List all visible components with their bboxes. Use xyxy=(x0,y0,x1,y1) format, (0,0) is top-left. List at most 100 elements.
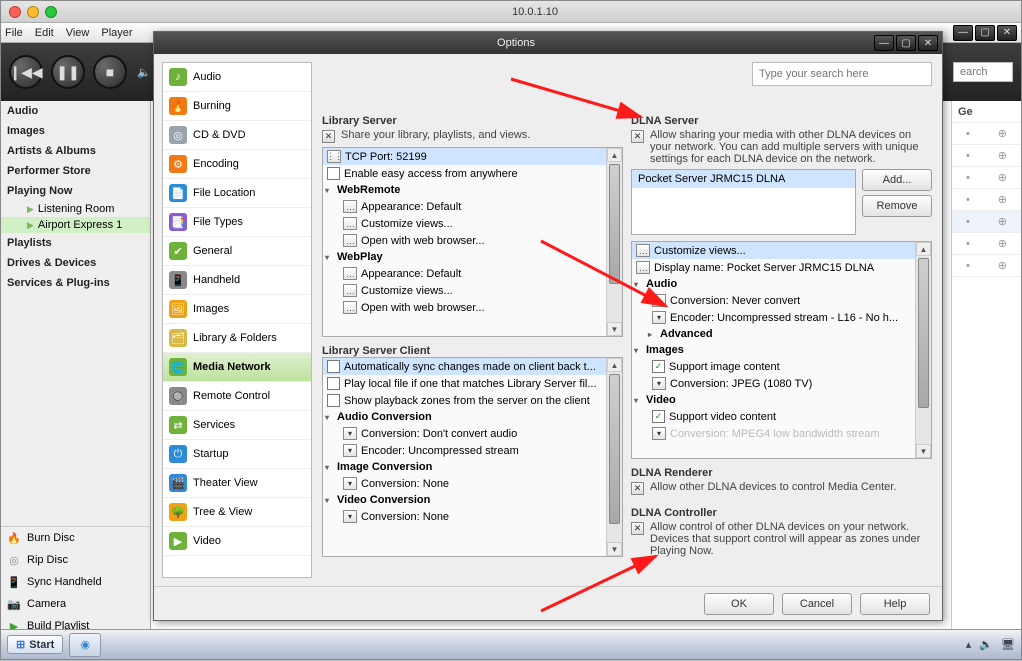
tray-monitor-icon[interactable]: 🖥 xyxy=(1001,638,1015,651)
category-item-burning[interactable]: 🔥Burning xyxy=(163,92,311,121)
category-item-startup[interactable]: ⏻Startup xyxy=(163,440,311,469)
dlna-advanced-heading[interactable]: Advanced xyxy=(632,326,931,342)
category-item-handheld[interactable]: 📱Handheld xyxy=(163,266,311,295)
support-image-checkbox[interactable]: ✓ xyxy=(652,360,665,373)
menu-edit[interactable]: Edit xyxy=(35,27,54,39)
sidebar-playlists[interactable]: Playlists xyxy=(1,233,150,253)
sidebar-zone-listening-room[interactable]: ▶Listening Room xyxy=(1,201,150,217)
sidebar-store[interactable]: Performer Store xyxy=(1,161,150,181)
category-item-file-location[interactable]: 📄File Location xyxy=(163,179,311,208)
mac-zoom-button[interactable] xyxy=(45,6,57,18)
support-video-checkbox[interactable]: ✓ xyxy=(652,410,665,423)
mac-close-button[interactable] xyxy=(9,6,21,18)
scroll-up-icon[interactable]: ▲ xyxy=(916,242,931,256)
dlna-video-heading[interactable]: Video xyxy=(632,392,931,408)
category-item-library-folders[interactable]: 🗂Library & Folders xyxy=(163,324,311,353)
category-item-tree-view[interactable]: 🌳Tree & View xyxy=(163,498,311,527)
app-maximize-button[interactable]: ▢ xyxy=(975,25,995,41)
dlna-server-checkbox[interactable]: ✕ xyxy=(631,130,644,143)
category-item-encoding[interactable]: ⚙Encoding xyxy=(163,150,311,179)
dropdown-icon[interactable]: ▾ xyxy=(652,427,666,440)
dropdown-icon[interactable]: ▾ xyxy=(343,510,357,523)
stop-button[interactable]: ■ xyxy=(93,55,127,89)
dlna-images-heading[interactable]: Images xyxy=(632,342,931,358)
start-button[interactable]: ⊞ Start xyxy=(7,635,63,654)
category-item-general[interactable]: ✔General xyxy=(163,237,311,266)
category-item-theater-view[interactable]: 🎬Theater View xyxy=(163,469,311,498)
dialog-maximize-button[interactable]: ▢ xyxy=(896,35,916,51)
scroll-down-icon[interactable]: ▼ xyxy=(916,444,931,458)
dlna-server-list[interactable]: Pocket Server JRMC15 DLNA xyxy=(631,169,856,235)
app-close-button[interactable]: ✕ xyxy=(997,25,1017,41)
sidebar-drives[interactable]: Drives & Devices xyxy=(1,253,150,273)
category-item-cd-dvd[interactable]: ◎CD & DVD xyxy=(163,121,311,150)
category-item-file-types[interactable]: 📑File Types xyxy=(163,208,311,237)
dlna-controller-checkbox[interactable]: ✕ xyxy=(631,522,644,535)
audio-conv-heading[interactable]: Audio Conversion xyxy=(323,409,622,425)
menu-view[interactable]: View xyxy=(66,27,90,39)
scroll-thumb[interactable] xyxy=(609,374,620,524)
dlna-server-item[interactable]: Pocket Server JRMC15 DLNA xyxy=(632,170,855,188)
pause-button[interactable]: ❚❚ xyxy=(51,55,85,89)
scrollbar[interactable]: ▲ ▼ xyxy=(606,148,622,336)
options-search-input[interactable] xyxy=(752,62,932,86)
previous-button[interactable]: ❙◀◀ xyxy=(9,55,43,89)
sidebar-camera[interactable]: 📷Camera xyxy=(1,593,150,615)
scroll-down-icon[interactable]: ▼ xyxy=(607,322,622,336)
sync-checkbox[interactable] xyxy=(327,360,340,373)
dlna-renderer-checkbox[interactable]: ✕ xyxy=(631,482,644,495)
scroll-thumb[interactable] xyxy=(609,164,620,284)
category-item-images[interactable]: 🖼Images xyxy=(163,295,311,324)
category-item-video[interactable]: ▶Video xyxy=(163,527,311,556)
menu-player[interactable]: Player xyxy=(101,27,132,39)
enable-easy-checkbox[interactable] xyxy=(327,167,340,180)
scrollbar[interactable]: ▲ ▼ xyxy=(606,358,622,556)
tray-volume-icon[interactable]: 🔈 xyxy=(979,638,993,651)
scroll-down-icon[interactable]: ▼ xyxy=(607,542,622,556)
sidebar-zone-airport-express[interactable]: ▶Airport Express 1 xyxy=(1,217,150,233)
play-local-checkbox[interactable] xyxy=(327,377,340,390)
show-zones-checkbox[interactable] xyxy=(327,394,340,407)
volume-icon[interactable]: 🔈 xyxy=(137,66,151,79)
sidebar-rip-disc[interactable]: ◎Rip Disc xyxy=(1,549,150,571)
scrollbar[interactable]: ▲ ▼ xyxy=(915,242,931,458)
dialog-minimize-button[interactable]: — xyxy=(874,35,894,51)
scroll-up-icon[interactable]: ▲ xyxy=(607,148,622,162)
sidebar-services[interactable]: Services & Plug-ins xyxy=(1,273,150,293)
webplay-heading[interactable]: WebPlay xyxy=(323,249,622,265)
dialog-close-button[interactable]: ✕ xyxy=(918,35,938,51)
sidebar-burn-disc[interactable]: 🔥Burn Disc xyxy=(1,527,150,549)
dlna-audio-heading[interactable]: Audio xyxy=(632,276,931,292)
dropdown-icon[interactable]: ▾ xyxy=(343,444,357,457)
image-conv-heading[interactable]: Image Conversion xyxy=(323,459,622,475)
dropdown-icon[interactable]: ▾ xyxy=(343,427,357,440)
sidebar-audio[interactable]: Audio xyxy=(1,101,150,121)
main-search-input[interactable] xyxy=(953,62,1013,82)
category-item-remote-control[interactable]: 🔘Remote Control xyxy=(163,382,311,411)
dropdown-icon[interactable]: ▾ xyxy=(652,294,666,307)
video-conv-heading[interactable]: Video Conversion xyxy=(323,492,622,508)
category-item-services[interactable]: ⇄Services xyxy=(163,411,311,440)
dropdown-icon[interactable]: ▾ xyxy=(652,311,666,324)
remove-server-button[interactable]: Remove xyxy=(862,195,932,217)
tcp-port-row[interactable]: TCP Port: 52199 xyxy=(345,151,427,163)
add-server-button[interactable]: Add... xyxy=(862,169,932,191)
scroll-up-icon[interactable]: ▲ xyxy=(607,358,622,372)
category-item-audio[interactable]: ♪Audio xyxy=(163,63,311,92)
library-server-checkbox[interactable]: ✕ xyxy=(322,130,335,143)
mac-minimize-button[interactable] xyxy=(27,6,39,18)
sidebar-artists[interactable]: Artists & Albums xyxy=(1,141,150,161)
webremote-heading[interactable]: WebRemote xyxy=(323,182,622,198)
ok-button[interactable]: OK xyxy=(704,593,774,615)
tray-up-icon[interactable]: ▴ xyxy=(966,638,972,651)
sidebar-sync-handheld[interactable]: 📱Sync Handheld xyxy=(1,571,150,593)
sidebar-images[interactable]: Images xyxy=(1,121,150,141)
dropdown-icon[interactable]: ▾ xyxy=(652,377,666,390)
dropdown-icon[interactable]: ▾ xyxy=(343,477,357,490)
help-button[interactable]: Help xyxy=(860,593,930,615)
category-item-media-network[interactable]: 🌐Media Network xyxy=(163,353,311,382)
cancel-button[interactable]: Cancel xyxy=(782,593,852,615)
sidebar-playing-now[interactable]: Playing Now xyxy=(1,181,150,201)
app-minimize-button[interactable]: — xyxy=(953,25,973,41)
taskbar-app-item[interactable]: ◉ xyxy=(69,633,101,657)
